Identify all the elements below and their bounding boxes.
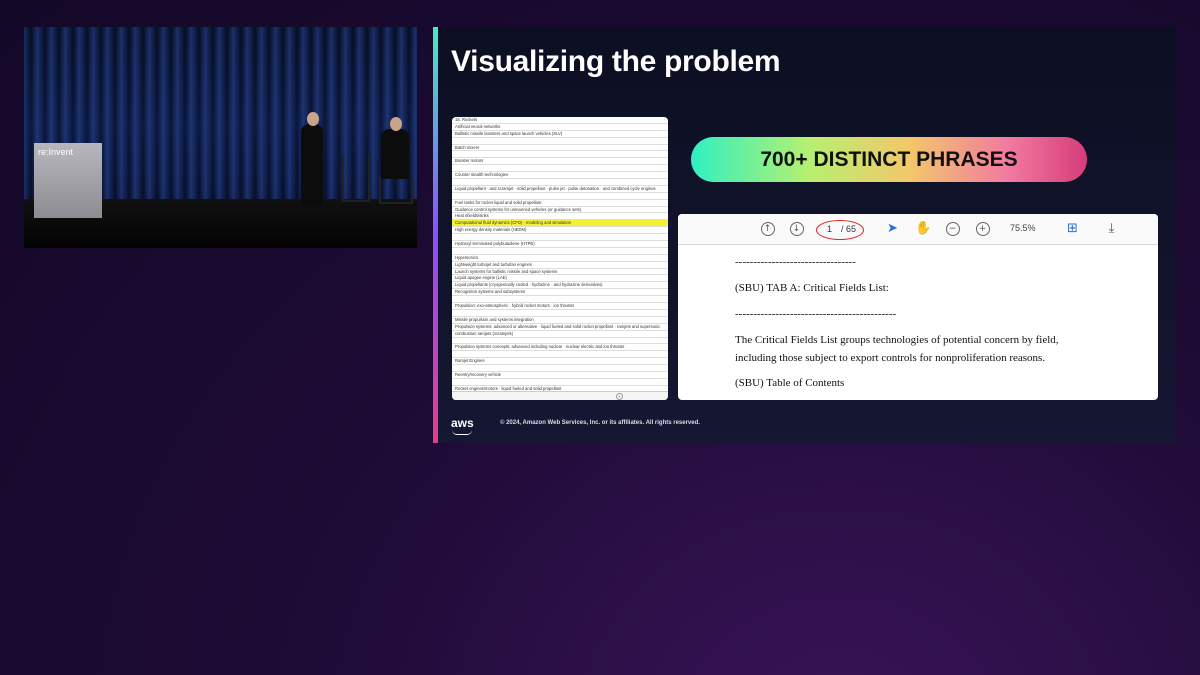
slide-accent-bar — [433, 27, 438, 443]
download-icon: ⤓ — [1108, 221, 1115, 236]
spreadsheet-row: Propulsion: exo-atmospheric · hybrid roc… — [452, 303, 668, 310]
spreadsheet-footer: + — [452, 391, 668, 400]
presenter-head — [307, 112, 319, 126]
spreadsheet-row — [452, 193, 668, 200]
aws-smile-icon — [452, 430, 472, 435]
podium: re:Invent — [34, 143, 102, 218]
spreadsheet-row — [452, 351, 668, 359]
spreadsheet-row — [452, 248, 668, 255]
spreadsheet-row: Propulsion systems concepts: advanced in… — [452, 344, 668, 352]
spreadsheet-row — [452, 138, 668, 145]
spreadsheet-row — [452, 310, 668, 317]
aws-logo: aws — [451, 416, 474, 430]
spreadsheet-row: Launch systems for ballistic missile and… — [452, 269, 668, 276]
fit-page-icon: ⊞ — [1067, 221, 1078, 236]
page-indicator: 1 / 65 — [816, 220, 864, 240]
stage-video: re:Invent — [24, 27, 417, 248]
presentation-slide: Visualizing the problem 15. Rockets Artif… — [433, 27, 1176, 443]
spreadsheet-row: Guidance control systems for unmanned ve… — [452, 207, 668, 214]
spreadsheet-row: Ballistic missile boosters and space lau… — [452, 131, 668, 138]
next-page-icon: ↓ — [788, 220, 805, 237]
spreadsheet-row: Lightweight turbojet and turbofan engine… — [452, 262, 668, 269]
spreadsheet-row: Liquid propellants (cryogenically cooled… — [452, 282, 668, 290]
pdf-viewer: ↑ ↓ 1 / 65 ➤ ✋ − + 75.5% ⊞ ⤓ -----------… — [678, 214, 1158, 400]
spreadsheet-row: Liquid propellant · and scramjet · solid… — [452, 186, 668, 193]
spreadsheet-screenshot: 15. Rockets Artificial neural networks Bal… — [452, 117, 668, 400]
spreadsheet-row: Computational fluid dynamics (CFD) · mod… — [452, 220, 668, 228]
spreadsheet-row: Reentry/recovery vehicle — [452, 372, 668, 379]
spreadsheet-row: combustion ramjets (scramjets) — [452, 331, 668, 338]
spreadsheet-row — [452, 379, 668, 386]
podium-label: re:Invent — [38, 147, 74, 157]
stage-chair — [342, 155, 370, 202]
zoom-level: 75.5% — [1010, 223, 1036, 233]
pdf-toolbar: ↑ ↓ 1 / 65 ➤ ✋ − + 75.5% ⊞ ⤓ — [678, 214, 1158, 245]
spreadsheet-row: Propulsion systems: advanced or alternat… — [452, 324, 668, 331]
page-total: / 65 — [841, 224, 857, 234]
spreadsheet-row: Hydroxyl terminated polybutadiene (HTPB) — [452, 241, 668, 248]
pdf-line: (SBU) TAB A: Critical Fields List: — [735, 282, 889, 294]
copyright-notice: © 2024, Amazon Web Services, Inc. or its… — [500, 420, 700, 426]
pdf-line: including those subject to export contro… — [735, 352, 1046, 364]
spreadsheet-row: Booster motors — [452, 158, 668, 166]
spreadsheet-row: Artificial neural networks — [452, 124, 668, 131]
add-sheet-icon: + — [616, 393, 623, 400]
select-cursor-icon: ➤ — [887, 221, 898, 236]
spreadsheet-row — [452, 151, 668, 159]
spreadsheet-row — [452, 296, 668, 304]
spreadsheet-row: Missile propulsion and systems integrati… — [452, 317, 668, 324]
zoom-in-icon: + — [974, 220, 991, 237]
page-current: 1 — [827, 224, 833, 234]
spreadsheet-row: Fuel tanks for rocket liquid and solid p… — [452, 200, 668, 207]
spreadsheet-row: Hypersonics — [452, 255, 668, 262]
spreadsheet-row — [452, 234, 668, 242]
spreadsheet-row: Ramjet Engines — [452, 358, 668, 366]
presenter — [301, 124, 323, 206]
spreadsheet-row: Batch mixers — [452, 145, 668, 152]
zoom-out-icon: − — [944, 220, 961, 237]
prev-page-icon: ↑ — [759, 220, 776, 237]
seated-guest — [381, 129, 409, 179]
pdf-line: The Critical Fields List groups technolo… — [735, 334, 1059, 346]
hand-tool-icon: ✋ — [915, 221, 932, 236]
spreadsheet-row: Liquid apogee engine (LAE) — [452, 275, 668, 283]
callout-pill: 700+ DISTINCT PHRASES — [691, 137, 1087, 182]
spreadsheet-row: 15. Rockets — [452, 117, 668, 124]
spreadsheet-row — [452, 165, 668, 173]
spreadsheet-row: High energy density materials (HEDM) — [452, 227, 668, 235]
spreadsheet-rows: 15. Rockets Artificial neural networks Bal… — [452, 117, 668, 400]
spreadsheet-row: Counter stealth technologies — [452, 172, 668, 180]
pdf-page-content: --------------------------------- (SBU) … — [735, 256, 1148, 389]
spreadsheet-row: Recognition systems and subsystems — [452, 289, 668, 297]
spreadsheet-row — [452, 365, 668, 372]
guest-head — [390, 117, 402, 131]
spreadsheet-row — [452, 179, 668, 186]
spreadsheet-row — [452, 338, 668, 345]
pdf-line: --------------------------------- — [735, 256, 856, 268]
callout-text: 700+ DISTINCT PHRASES — [760, 147, 1018, 171]
pdf-line: ----------------------------------------… — [735, 308, 897, 320]
pdf-line: (SBU) Table of Contents — [735, 377, 845, 389]
slide-title: Visualizing the problem — [451, 45, 781, 78]
spreadsheet-row: Heat shields/sinks — [452, 213, 668, 221]
guest-chair — [379, 177, 413, 204]
